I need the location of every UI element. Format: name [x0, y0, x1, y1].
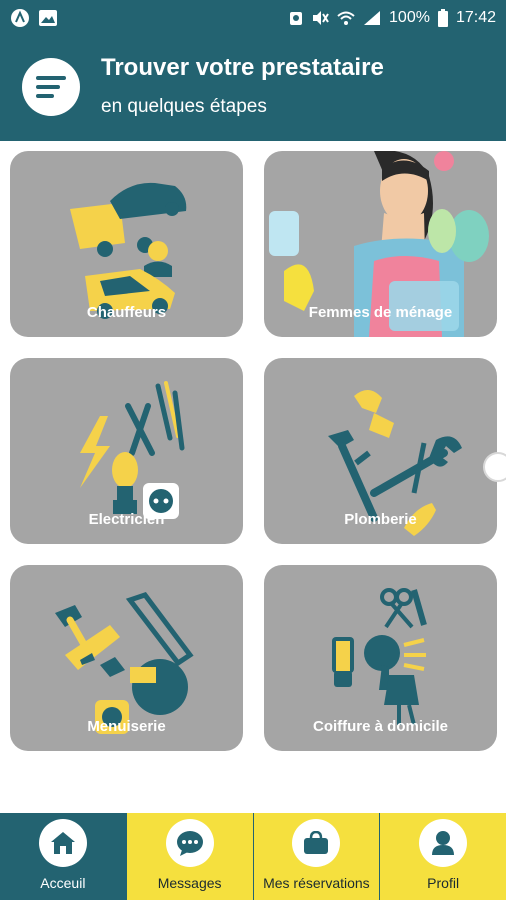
home-icon: [50, 832, 75, 854]
battery-percent: 100%: [389, 9, 430, 26]
nav-messages[interactable]: Messages: [126, 813, 254, 900]
page-title: Trouver votre prestataire: [101, 54, 384, 81]
wifi-icon: [337, 10, 355, 26]
category-card-menuiserie[interactable]: Menuiserie: [10, 565, 243, 751]
image-notification-icon: [38, 9, 58, 27]
status-bar: 100% 17:42: [0, 0, 506, 36]
category-card-electricien[interactable]: Electricien: [10, 358, 243, 544]
nav-icon-circle: [38, 819, 87, 867]
bottom-navigation: Acceuil Messages Mes réservations Profil: [0, 813, 506, 900]
nav-label: Mes réservations: [263, 875, 370, 891]
category-card-coiffure[interactable]: Coiffure à domicile: [264, 565, 497, 751]
nav-label: Messages: [157, 875, 222, 891]
nav-icon-circle: [165, 819, 214, 867]
app-notification-icon: [10, 8, 30, 28]
clock: 17:42: [455, 9, 496, 26]
nav-icon-circle: [292, 819, 341, 867]
alarm-icon: [289, 10, 303, 26]
battery-icon: [437, 9, 448, 27]
category-label: Electricien: [88, 511, 165, 528]
chat-icon: [176, 831, 203, 856]
menu-button[interactable]: [22, 58, 80, 116]
category-label: Menuiserie: [87, 718, 166, 735]
page-subtitle: en quelques étapes: [101, 96, 267, 117]
nav-icon-circle: [419, 819, 468, 867]
user-icon: [432, 831, 455, 855]
nav-label: Acceuil: [40, 875, 86, 891]
category-card-chauffeurs[interactable]: Chauffeurs: [10, 151, 243, 337]
category-label: Coiffure à domicile: [312, 718, 449, 735]
app-header: Trouver votre prestataire en quelques ét…: [0, 36, 506, 141]
category-card-plomberie[interactable]: Plomberie: [264, 358, 497, 544]
nav-acceuil[interactable]: Acceuil: [0, 813, 127, 900]
nav-mes-reservations[interactable]: Mes réservations: [253, 813, 381, 900]
menu-icon: [36, 76, 66, 98]
bag-icon: [304, 831, 329, 854]
nav-label: Profil: [427, 875, 460, 891]
category-label: Plomberie: [344, 511, 417, 528]
category-label: Chauffeurs: [86, 304, 167, 321]
signal-icon: [363, 10, 381, 26]
mute-icon: [311, 10, 329, 26]
category-card-femmes-de-menage[interactable]: Femmes de ménage: [264, 151, 497, 337]
category-label: Femmes de ménage: [308, 304, 453, 321]
nav-profil[interactable]: Profil: [380, 813, 506, 900]
scroll-handle[interactable]: [483, 452, 506, 482]
